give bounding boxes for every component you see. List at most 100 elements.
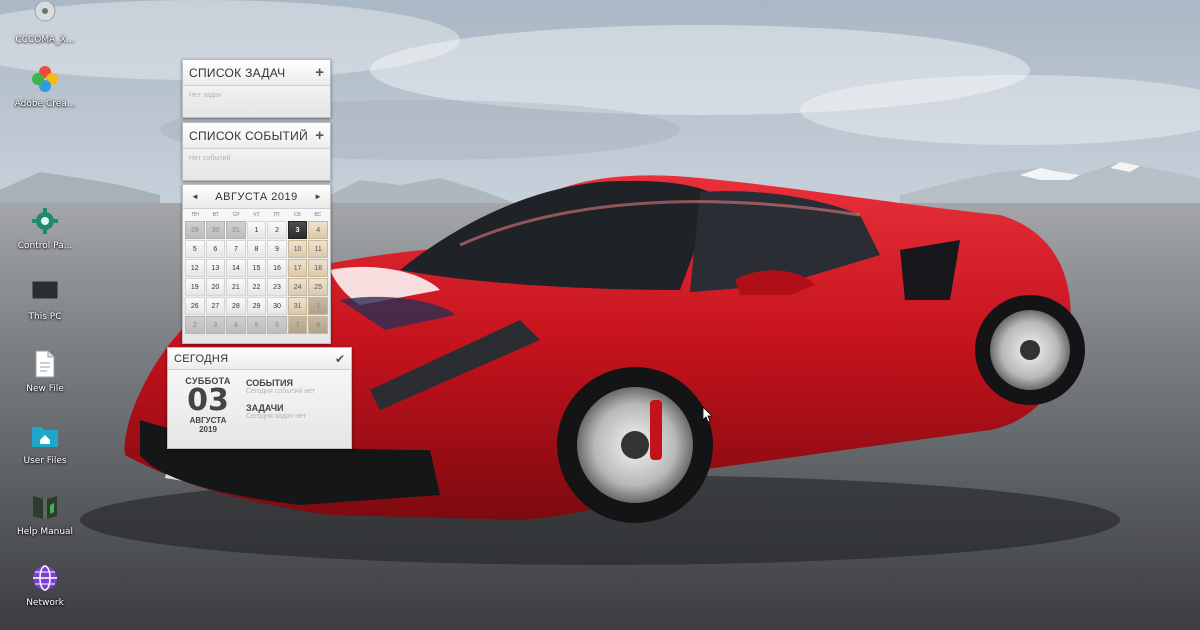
events-gadget: СПИСОК СОБЫТИЙ + Нет событий [182, 122, 331, 181]
calendar-day[interactable]: 21 [226, 278, 246, 296]
calendar-day[interactable]: 13 [205, 259, 226, 277]
calendar-weekday: СБ [293, 212, 301, 218]
next-month-button[interactable]: ► [314, 192, 322, 201]
desktop-icon-network[interactable]: Network [0, 563, 90, 608]
calendar-day-grid: 29 30 31 1 2 3 4 5 6 7 8 9 10 11 12 13 14 15 16 17 18 19 20 21 2… [183, 220, 330, 336]
calendar-weekday: ВТ [212, 212, 219, 218]
prev-month-button[interactable]: ◄ [191, 192, 199, 201]
calendar-day[interactable]: 25 [308, 278, 328, 296]
calendar-day[interactable]: 20 [205, 278, 226, 296]
network-icon [30, 563, 60, 593]
adobe-icon [30, 64, 60, 94]
calendar-header: ◄ АВГУСТА 2019 ► [183, 185, 330, 209]
calendar-day[interactable]: 3 [287, 221, 308, 239]
calendar-day[interactable]: 29 [246, 297, 267, 315]
desktop-icon-adobe[interactable]: Adobe Crea... [0, 64, 90, 109]
calendar-weekday: ЧТ [253, 212, 260, 218]
today-gadget: СЕГОДНЯ ✔ СУББОТА 03 АВГУСТА 2019 СОБЫТИ… [167, 347, 352, 449]
calendar-day[interactable]: 6 [205, 240, 226, 258]
control-panel-icon [30, 206, 60, 236]
calendar-day[interactable]: 11 [308, 240, 328, 258]
mouse-cursor-icon [702, 406, 713, 428]
desktop-icon-help-manual[interactable]: Help Manual [0, 492, 90, 537]
calendar-day[interactable]: 22 [246, 278, 267, 296]
calendar-day[interactable]: 28 [226, 297, 246, 315]
tasks-empty-text: Нет задач [189, 92, 222, 99]
today-gadget-header: СЕГОДНЯ ✔ [168, 348, 351, 370]
calendar-day[interactable]: 7 [287, 316, 308, 334]
desktop-icon-label: New File [26, 384, 64, 394]
calendar-day[interactable]: 18 [308, 259, 328, 277]
desktop-icon-label: Adobe Crea... [14, 99, 76, 109]
events-empty-text: Нет событий [189, 155, 231, 162]
calendar-day[interactable]: 1 [308, 297, 328, 315]
desktop-icon-label: Control Pa... [17, 241, 73, 251]
calendar-weekday: ПТ [273, 212, 281, 218]
calendar-day[interactable]: 19 [185, 278, 205, 296]
calendar-day[interactable]: 8 [246, 240, 267, 258]
desktop-icon-cccoma[interactable]: CCCOMA_X... [0, 0, 90, 45]
calendar-day[interactable]: 10 [287, 240, 308, 258]
calendar-month-label: АВГУСТА 2019 [215, 190, 298, 203]
today-date-block: СУББОТА 03 АВГУСТА 2019 [174, 376, 242, 434]
calendar-gadget: ◄ АВГУСТА 2019 ► ПН ВТ СР ЧТ ПТ СБ ВС 29 30 31 1 2… [182, 184, 331, 344]
calendar-day[interactable]: 3 [205, 316, 226, 334]
calendar-day[interactable]: 15 [246, 259, 267, 277]
today-gadget-title: СЕГОДНЯ [174, 352, 229, 365]
desktop-icon-label: User Files [23, 456, 67, 466]
today-tasks-empty: Сегодня задач нет [246, 413, 307, 420]
calendar-day[interactable]: 4 [308, 221, 328, 239]
file-icon [30, 349, 60, 379]
desktop-icon-control-panel[interactable]: Control Pa... [0, 206, 90, 251]
today-day-number: 03 [187, 383, 229, 418]
add-event-button[interactable]: + [315, 128, 324, 143]
calendar-weekday: СР [232, 212, 240, 218]
calendar-day[interactable]: 2 [267, 221, 287, 239]
desktop-icon-user-files[interactable]: User Files [0, 421, 90, 466]
events-gadget-title: СПИСОК СОБЫТИЙ [189, 128, 308, 143]
calendar-day[interactable]: 4 [226, 316, 246, 334]
calendar-day[interactable]: 6 [267, 316, 287, 334]
calendar-day[interactable]: 17 [287, 259, 308, 277]
calendar-day[interactable]: 30 [267, 297, 287, 315]
desktop-icon-label: Help Manual [16, 527, 74, 537]
calendar-day[interactable]: 12 [185, 259, 205, 277]
calendar-day[interactable]: 29 [185, 221, 205, 239]
calendar-day[interactable]: 8 [308, 316, 328, 334]
calendar-day[interactable]: 23 [267, 278, 287, 296]
calendar-day[interactable]: 27 [205, 297, 226, 315]
calendar-weekday-row: ПН ВТ СР ЧТ ПТ СБ ВС [183, 209, 330, 220]
desktop-icon-new-file[interactable]: New File [0, 349, 90, 394]
calendar-day[interactable]: 5 [246, 316, 267, 334]
add-task-button[interactable]: + [315, 65, 324, 80]
today-events-title[interactable]: СОБЫТИЯ [246, 378, 315, 388]
calendar-day[interactable]: 7 [226, 240, 246, 258]
calendar-day[interactable]: 16 [267, 259, 287, 277]
calendar-day[interactable]: 2 [185, 316, 205, 334]
today-year: 2019 [199, 425, 217, 434]
today-gadget-body: СУББОТА 03 АВГУСТА 2019 СОБЫТИЯ Сегодня … [168, 370, 351, 434]
desktop-icon-label: This PC [28, 312, 62, 322]
today-tasks-title[interactable]: ЗАДАЧИ [246, 403, 315, 413]
desktop-wallpaper [0, 0, 1200, 630]
check-icon[interactable]: ✔ [335, 352, 345, 366]
calendar-day[interactable]: 1 [246, 221, 267, 239]
tasks-gadget-title: СПИСОК ЗАДАЧ [189, 65, 286, 80]
help-manual-icon [30, 492, 60, 522]
calendar-day[interactable]: 26 [185, 297, 205, 315]
calendar-day[interactable]: 5 [185, 240, 205, 258]
today-month: АВГУСТА [189, 416, 227, 425]
calendar-day[interactable]: 14 [226, 259, 246, 277]
calendar-day[interactable]: 31 [226, 221, 246, 239]
disc-icon [30, 0, 60, 30]
calendar-day[interactable]: 30 [205, 221, 226, 239]
home-folder-icon [30, 421, 60, 451]
calendar-day[interactable]: 9 [267, 240, 287, 258]
monitor-icon [30, 277, 60, 307]
today-events-empty: Сегодня событий нет [246, 388, 315, 395]
desktop-icon-this-pc[interactable]: This PC [0, 277, 90, 322]
calendar-day[interactable]: 24 [287, 278, 308, 296]
events-gadget-header: СПИСОК СОБЫТИЙ + [183, 123, 330, 149]
calendar-day[interactable]: 31 [287, 297, 308, 315]
today-info-block: СОБЫТИЯ Сегодня событий нет ЗАДАЧИ Сегод… [242, 376, 315, 434]
